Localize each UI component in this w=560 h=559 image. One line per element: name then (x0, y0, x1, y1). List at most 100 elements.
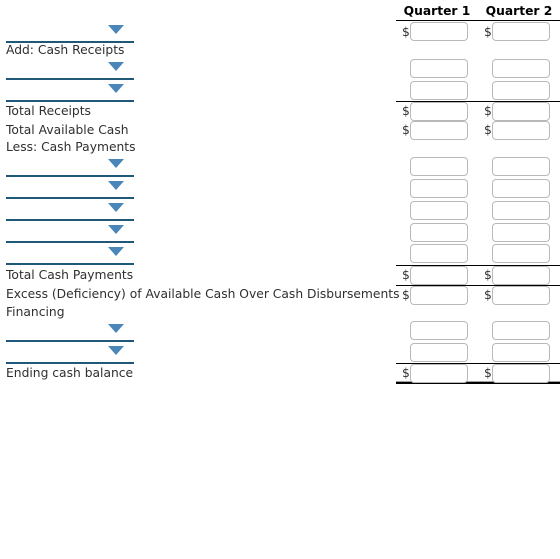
amount-input-quarter-1[interactable] (410, 22, 468, 42)
line-item-select-wrapper (6, 177, 134, 199)
amount-input-quarter-2[interactable] (492, 200, 550, 220)
row-label: Total Receipts (6, 103, 91, 118)
amount-input-quarter-2[interactable] (492, 102, 550, 121)
table-row: Total Available Cash $ $ (0, 121, 560, 140)
line-item-select[interactable] (6, 221, 134, 243)
amount-input-quarter-2[interactable] (492, 156, 550, 176)
amount-cell-quarter-1: $ (396, 320, 478, 342)
amount-input-quarter-1[interactable] (410, 265, 468, 285)
money-field: $ (484, 222, 550, 242)
amount-cell-quarter-2: $ (478, 102, 560, 121)
line-item-select[interactable] (6, 199, 134, 221)
line-item-select-wrapper (6, 79, 134, 102)
table-row: Excess (Deficiency) of Available Cash Ov… (0, 285, 560, 305)
money-field: $ (402, 342, 468, 362)
amount-cell-quarter-1: $ (396, 341, 478, 364)
line-item-select[interactable] (6, 341, 134, 364)
line-item-select[interactable] (6, 57, 134, 80)
amount-input-quarter-2[interactable] (492, 80, 550, 100)
row-select-cell (0, 341, 396, 364)
amount-input-quarter-2[interactable] (492, 265, 550, 285)
amount-cell-quarter-2: $ (478, 341, 560, 364)
section-heading: Less: Cash Payments (6, 140, 136, 154)
table-row: $$ (0, 199, 560, 221)
table-row: Add: Cash Receipts (0, 43, 560, 58)
header-quarter-1: Quarter 1 (396, 0, 478, 21)
amount-input-quarter-1[interactable] (410, 244, 468, 264)
amount-input-quarter-2[interactable] (492, 222, 550, 242)
amount-input-quarter-2[interactable] (492, 244, 550, 264)
amount-cell-quarter-1: $ (396, 58, 478, 80)
cash-budget-worksheet: Quarter 1 Quarter 2 $ $ Add: Cash Receipts… (0, 0, 560, 559)
amount-input-quarter-2[interactable] (492, 342, 550, 362)
amount-cell-quarter-1: $ (396, 221, 478, 243)
amount-input-quarter-1[interactable] (410, 200, 468, 220)
row-select-cell (0, 243, 396, 265)
line-item-select[interactable] (6, 177, 134, 199)
section-heading: Add: Cash Receipts (6, 42, 125, 57)
amount-cell-quarter-2: $ (478, 199, 560, 221)
line-item-select-wrapper (6, 319, 134, 342)
money-field: $ (484, 364, 550, 383)
money-field: $ (484, 59, 550, 78)
table-row: Total Receipts $ $ (0, 102, 560, 121)
amount-input-quarter-2[interactable] (492, 321, 550, 340)
line-item-select[interactable] (6, 319, 134, 342)
money-field: $ (402, 285, 468, 305)
money-field: $ (484, 178, 550, 198)
money-field: $ (484, 156, 550, 176)
amount-input-quarter-1[interactable] (410, 156, 468, 176)
amount-input-quarter-1[interactable] (410, 178, 468, 198)
amount-input-quarter-1[interactable] (410, 222, 468, 242)
amount-cell-quarter-2: $ (478, 21, 560, 43)
empty-amount-cell (478, 140, 560, 155)
amount-input-quarter-1[interactable] (410, 342, 468, 362)
amount-input-quarter-1[interactable] (410, 59, 468, 78)
amount-input-quarter-2[interactable] (492, 285, 550, 305)
line-item-select-wrapper (6, 20, 134, 43)
amount-cell-quarter-1: $ (396, 155, 478, 177)
amount-input-quarter-1[interactable] (410, 364, 468, 383)
amount-input-quarter-2[interactable] (492, 178, 550, 198)
amount-input-quarter-1[interactable] (410, 121, 468, 140)
money-field: $ (402, 102, 468, 121)
row-label: Excess (Deficiency) of Available Cash Ov… (6, 287, 400, 302)
line-item-select[interactable] (6, 243, 134, 265)
amount-cell-quarter-1: $ (396, 199, 478, 221)
line-item-select[interactable] (6, 79, 134, 102)
money-field: $ (484, 22, 550, 42)
amount-input-quarter-1[interactable] (410, 285, 468, 305)
amount-input-quarter-1[interactable] (410, 80, 468, 100)
amount-input-quarter-1[interactable] (410, 102, 468, 121)
line-item-select-wrapper (6, 243, 134, 265)
amount-cell-quarter-2: $ (478, 79, 560, 102)
currency-symbol: $ (484, 104, 492, 119)
row-label: Total Available Cash (6, 123, 129, 137)
line-item-select[interactable] (6, 20, 134, 43)
currency-symbol: $ (484, 366, 492, 381)
currency-symbol: $ (484, 287, 492, 302)
row-select-cell (0, 79, 396, 102)
money-field: $ (402, 80, 468, 100)
currency-symbol: $ (484, 267, 492, 282)
table-row: Ending cash balance $ $ (0, 363, 560, 384)
money-field: $ (402, 156, 468, 176)
money-field: $ (402, 364, 468, 383)
money-field: $ (402, 121, 468, 140)
amount-input-quarter-2[interactable] (492, 22, 550, 42)
amount-input-quarter-2[interactable] (492, 121, 550, 140)
line-item-select[interactable] (6, 155, 134, 177)
table-row: Less: Cash Payments (0, 140, 560, 155)
amount-input-quarter-2[interactable] (492, 59, 550, 78)
amount-cell-quarter-1: $ (396, 102, 478, 121)
line-item-select-wrapper (6, 57, 134, 80)
amount-input-quarter-1[interactable] (410, 321, 468, 340)
currency-symbol: $ (484, 123, 492, 138)
currency-symbol: $ (402, 123, 410, 138)
money-field: $ (484, 102, 550, 121)
money-field: $ (402, 200, 468, 220)
amount-input-quarter-2[interactable] (492, 364, 550, 383)
money-field: $ (402, 265, 468, 285)
amount-cell-quarter-1: $ (396, 21, 478, 43)
amount-cell-quarter-2: $ (478, 58, 560, 80)
